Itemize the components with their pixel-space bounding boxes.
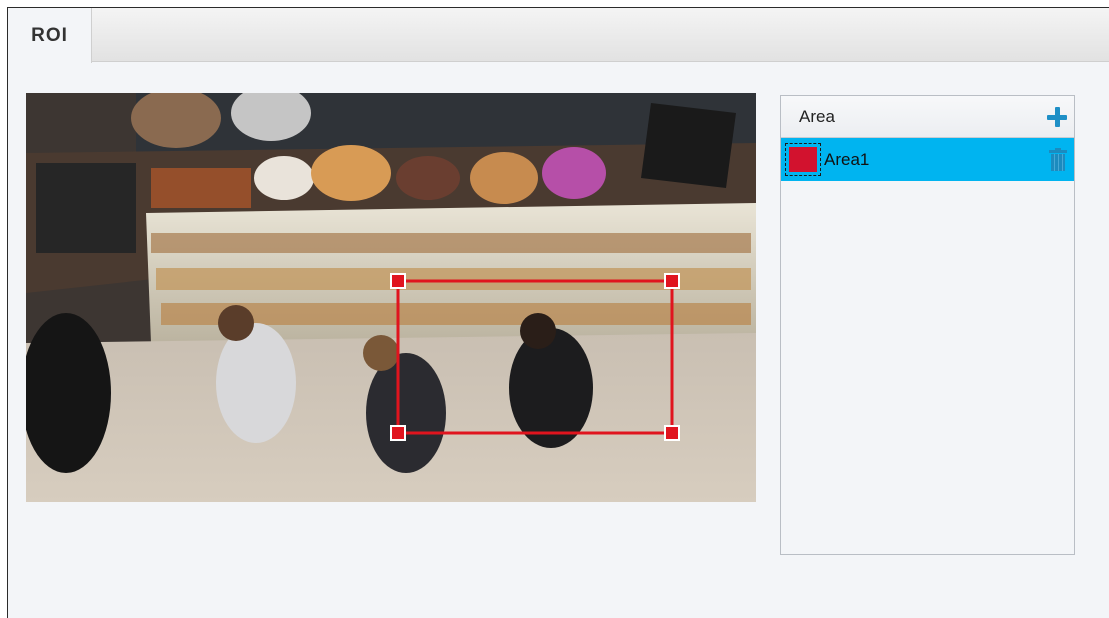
roi-handle-top-right[interactable] xyxy=(664,273,680,289)
area-color-swatch[interactable] xyxy=(785,143,821,176)
tab-roi[interactable]: ROI xyxy=(8,8,92,63)
area-list-header: Area xyxy=(781,96,1074,138)
roi-settings-page: ROI Area Area1 xyxy=(7,7,1109,618)
roi-handle-bottom-left[interactable] xyxy=(390,425,406,441)
area-item-label: Area1 xyxy=(824,149,870,169)
roi-handle-bottom-right[interactable] xyxy=(664,425,680,441)
roi-handle-top-left[interactable] xyxy=(390,273,406,289)
plus-icon[interactable] xyxy=(1046,106,1068,128)
trash-icon[interactable] xyxy=(1048,147,1068,172)
camera-preview[interactable] xyxy=(26,93,756,502)
area-list-item[interactable]: Area1 xyxy=(781,138,1074,181)
area-header-label: Area xyxy=(799,106,835,126)
camera-image xyxy=(26,93,756,502)
area-list-panel: Area Area1 xyxy=(780,95,1075,555)
tab-bar: ROI xyxy=(8,8,1109,63)
